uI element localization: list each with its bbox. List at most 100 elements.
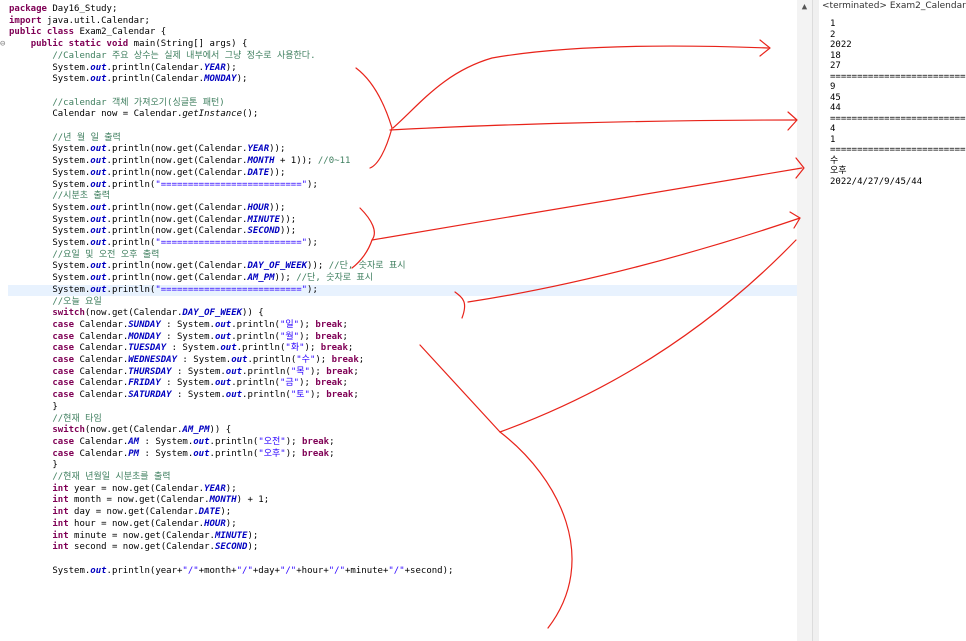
code-line[interactable]: case Calendar.WEDNESDAY : System.out.pri… bbox=[9, 355, 364, 366]
code-line[interactable]: System.out.println("====================… bbox=[8, 284, 797, 296]
code-line[interactable]: public class Exam2_Calendar { bbox=[9, 27, 166, 38]
code-token: ); bbox=[247, 542, 259, 553]
code-token: "토" bbox=[290, 390, 310, 401]
code-line[interactable]: System.out.println("====================… bbox=[9, 180, 318, 191]
code-token: +month+ bbox=[198, 565, 237, 576]
code-line[interactable]: case Calendar.TUESDAY : System.out.print… bbox=[9, 343, 353, 354]
code-token: (); bbox=[242, 109, 259, 120]
code-line[interactable]: case Calendar.AM : System.out.println("오… bbox=[9, 436, 334, 448]
code-line[interactable]: Calendar now = Calendar.getInstance(); bbox=[9, 109, 258, 120]
code-editor[interactable]: ⊖ package Day16_Study; import java.util.C… bbox=[0, 0, 812, 641]
code-line[interactable]: int second = now.get(Calendar.SECOND); bbox=[9, 542, 258, 553]
code-token: out bbox=[90, 226, 107, 237]
code-token: break bbox=[320, 343, 348, 354]
code-token: ); bbox=[307, 179, 318, 190]
code-line[interactable]: //현재 년월일 시분초를 출력 bbox=[9, 472, 170, 483]
code-line[interactable]: case Calendar.FRIDAY : System.out.printl… bbox=[9, 378, 348, 389]
code-token: } bbox=[9, 401, 58, 412]
code-token: Calendar. bbox=[74, 355, 129, 365]
code-line[interactable]: public static void main(String[] args) { bbox=[9, 39, 248, 50]
code-line[interactable]: System.out.println(now.get(Calendar.AM_P… bbox=[9, 273, 373, 284]
code-token: //0~11 bbox=[317, 156, 351, 167]
code-line[interactable]: int day = now.get(Calendar.DATE); bbox=[9, 507, 231, 518]
code-token: int bbox=[52, 495, 69, 506]
code-line[interactable]: System.out.println(now.get(Calendar.HOUR… bbox=[9, 203, 285, 214]
code-token: "==========================" bbox=[155, 238, 308, 248]
scroll-up-arrow-icon[interactable]: ▲ bbox=[797, 2, 812, 12]
code-line[interactable]: } bbox=[9, 460, 57, 471]
code-token: out bbox=[231, 355, 248, 365]
code-token: System. bbox=[9, 565, 91, 576]
code-token: ); bbox=[285, 448, 302, 459]
code-line[interactable]: case Calendar.MONDAY : System.out.printl… bbox=[9, 332, 348, 343]
code-line[interactable]: int hour = now.get(Calendar.HOUR); bbox=[9, 519, 236, 530]
code-token: //Calendar 주요 상수는 실제 내부에서 그냥 정수로 사용한다. bbox=[9, 50, 316, 61]
code-line[interactable]: //년 월 일 출력 bbox=[9, 133, 121, 144]
code-line[interactable]: System.out.println(now.get(Calendar.DATE… bbox=[9, 168, 285, 179]
code-line[interactable]: //시분초 출력 bbox=[9, 191, 110, 202]
code-token: "/" bbox=[182, 565, 199, 576]
code-line[interactable]: System.out.println(now.get(Calendar.MONT… bbox=[9, 156, 350, 167]
code-token: out bbox=[90, 156, 107, 167]
code-token: MONTH bbox=[209, 495, 237, 506]
code-token: ); bbox=[304, 343, 321, 354]
code-line[interactable]: case Calendar.SATURDAY : System.out.prin… bbox=[9, 390, 358, 401]
code-line[interactable]: //calendar 객체 가져오기(싱글톤 패턴) bbox=[9, 98, 224, 109]
collapse-fold-icon[interactable]: ⊖ bbox=[0, 39, 5, 49]
code-line[interactable]: int year = now.get(Calendar.YEAR); bbox=[9, 484, 236, 495]
code-token: package bbox=[9, 4, 47, 14]
code-line[interactable]: int minute = now.get(Calendar.MINUTE); bbox=[9, 531, 258, 542]
code-token: "일" bbox=[279, 319, 300, 330]
code-line[interactable]: System.out.println(now.get(Calendar.MINU… bbox=[9, 215, 296, 226]
code-token: System. bbox=[9, 179, 91, 190]
code-token: System. bbox=[9, 226, 91, 237]
code-line[interactable]: System.out.println(year+"/"+month+"/"+da… bbox=[9, 566, 453, 577]
code-line[interactable]: int month = now.get(Calendar.MONTH) + 1; bbox=[9, 495, 269, 506]
code-token: ); bbox=[309, 366, 327, 377]
code-token: : System. bbox=[177, 355, 232, 365]
code-token: SATURDAY bbox=[128, 390, 172, 401]
code-line[interactable]: System.out.println(now.get(Calendar.DAY_… bbox=[9, 261, 405, 272]
code-line[interactable]: switch(now.get(Calendar.DAY_OF_WEEK)) { bbox=[9, 308, 263, 319]
code-token: ); bbox=[307, 238, 318, 248]
code-line[interactable]: System.out.println(now.get(Calendar.SECO… bbox=[9, 226, 296, 237]
code-line[interactable]: System.out.println(now.get(Calendar.YEAR… bbox=[9, 144, 285, 155]
editor-vertical-scrollbar[interactable]: ▲ bbox=[797, 0, 812, 641]
code-line[interactable]: //Calendar 주요 상수는 실제 내부에서 그냥 정수로 사용한다. bbox=[9, 51, 315, 62]
code-token: out bbox=[214, 319, 232, 330]
code-line[interactable]: //요일 및 오전 오후 출력 bbox=[9, 250, 159, 261]
code-line[interactable]: case Calendar.PM : System.out.println("오… bbox=[9, 448, 335, 460]
code-token: MINUTE bbox=[214, 530, 248, 541]
code-line[interactable]: package Day16_Study; bbox=[9, 4, 117, 15]
code-token: )); bbox=[279, 226, 297, 237]
code-token: SECOND bbox=[214, 542, 248, 553]
code-line[interactable]: case Calendar.SUNDAY : System.out.printl… bbox=[9, 320, 348, 331]
code-line[interactable]: //현재 타임 bbox=[9, 414, 101, 425]
code-token: .println(now.get(Calendar. bbox=[106, 167, 248, 178]
console-view[interactable]: <terminated> Exam2_Calendar 1 2 2022 18 27 ==… bbox=[819, 0, 966, 641]
console-line: 1 bbox=[830, 134, 836, 145]
code-line[interactable]: System.out.println("====================… bbox=[9, 238, 318, 249]
code-token: ; bbox=[353, 366, 359, 377]
code-token: ; bbox=[329, 448, 335, 459]
code-token: "오전" bbox=[258, 436, 286, 447]
code-token: out bbox=[90, 214, 107, 225]
code-line[interactable]: switch(now.get(Calendar.AM_PM)) { bbox=[9, 425, 231, 436]
code-line[interactable]: case Calendar.THURSDAY : System.out.prin… bbox=[9, 366, 359, 378]
code-token: out bbox=[90, 202, 107, 213]
code-line[interactable]: } bbox=[9, 401, 58, 413]
code-line[interactable]: System.out.println(Calendar.YEAR); bbox=[9, 63, 236, 74]
code-line[interactable]: //오늘 요일 bbox=[9, 297, 101, 308]
code-line[interactable]: import java.util.Calendar; bbox=[9, 16, 150, 27]
code-token: "오후" bbox=[258, 448, 286, 459]
console-line: 1 bbox=[830, 19, 836, 29]
code-token: .println( bbox=[242, 390, 291, 401]
code-token: "/" bbox=[388, 565, 405, 576]
code-token: out bbox=[90, 238, 107, 248]
code-token: break bbox=[315, 331, 343, 342]
console-line: 27 bbox=[830, 61, 841, 71]
code-line[interactable]: System.out.println(Calendar.MONDAY); bbox=[9, 74, 247, 85]
